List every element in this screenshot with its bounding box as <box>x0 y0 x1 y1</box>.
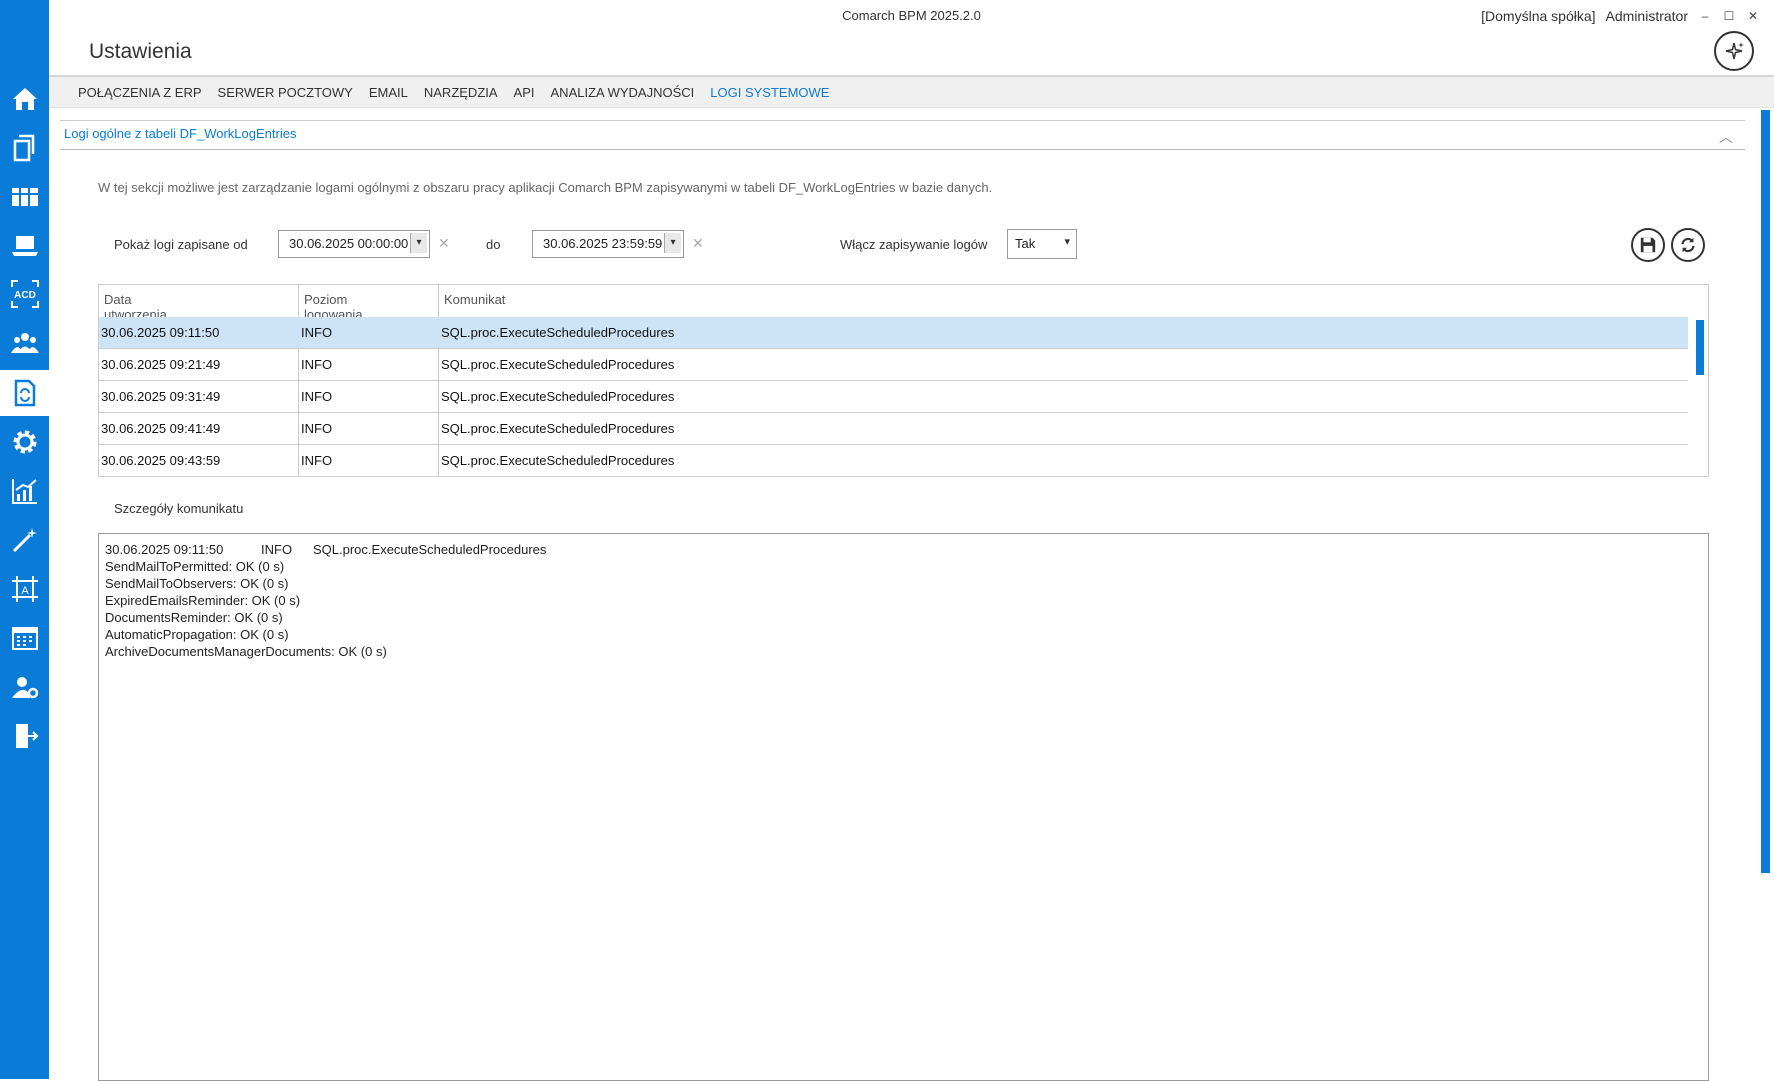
table-row[interactable]: 30.06.2025 09:31:49 INFO SQL.proc.Execut… <box>99 381 1688 413</box>
from-date-input[interactable]: 30.06.2025 00:00:00 ▾ <box>278 230 430 258</box>
chevron-down-icon[interactable]: ▾ <box>410 233 427 253</box>
tab-tools[interactable]: NARZĘDZIA <box>424 85 498 100</box>
table-row[interactable]: 30.06.2025 09:21:49 INFO SQL.proc.Execut… <box>99 349 1688 381</box>
detail-message: SQL.proc.ExecuteScheduledProcedures <box>313 542 547 557</box>
window-controls: [Domyślna spółka] Administrator ‒ ☐ ✕ <box>1481 8 1760 24</box>
library-icon[interactable] <box>0 175 49 219</box>
cell-date: 30.06.2025 09:11:50 <box>101 325 220 340</box>
cell-message: SQL.proc.ExecuteScheduledProcedures <box>441 357 675 372</box>
detail-line: SendMailToPermitted: OK (0 s) <box>105 559 285 574</box>
chevron-down-icon[interactable]: ▾ <box>664 233 681 253</box>
user-settings-icon[interactable] <box>0 665 49 709</box>
cell-level: INFO <box>301 389 333 404</box>
clear-to-date-icon[interactable]: ✕ <box>692 235 704 252</box>
grid-scrollbar[interactable] <box>1696 320 1704 375</box>
detail-line: SendMailToObservers: OK (0 s) <box>105 576 289 591</box>
to-date-value: 30.06.2025 23:59:59 <box>543 236 663 251</box>
company-selector[interactable]: [Domyślna spółka] <box>1481 8 1595 24</box>
wand-icon[interactable] <box>0 518 49 562</box>
users-icon[interactable] <box>0 321 49 365</box>
detail-line: DocumentsReminder: OK (0 s) <box>105 610 283 625</box>
cell-date: 30.06.2025 09:43:59 <box>101 453 221 468</box>
sparkle-icon <box>1725 42 1744 60</box>
cell-level: INFO <box>301 325 333 340</box>
detail-line: ExpiredEmailsReminder: OK (0 s) <box>105 593 301 608</box>
table-row[interactable]: 30.06.2025 09:43:59 INFO SQL.proc.Execut… <box>99 445 1688 477</box>
table-row[interactable]: 30.06.2025 09:41:49 INFO SQL.proc.Execut… <box>99 413 1688 445</box>
log-grid: Data utworzenia Poziom logowania Komunik… <box>98 284 1709 477</box>
maximize-button[interactable]: ☐ <box>1722 9 1736 23</box>
cell-date: 30.06.2025 09:31:49 <box>101 389 221 404</box>
enable-logging-value: Tak <box>1015 236 1036 251</box>
tab-performance-analysis[interactable]: ANALIZA WYDAJNOŚCI <box>551 85 695 100</box>
laptop-icon[interactable] <box>0 223 49 267</box>
svg-text:ACD: ACD <box>14 290 36 301</box>
documents-icon[interactable] <box>0 126 49 170</box>
column-header-message-label: Komunikat <box>444 292 506 307</box>
save-button[interactable] <box>1631 228 1665 262</box>
logout-icon[interactable] <box>0 714 49 758</box>
cell-message: SQL.proc.ExecuteScheduledProcedures <box>441 421 675 436</box>
clear-from-date-icon[interactable]: ✕ <box>438 235 450 252</box>
refresh-button[interactable] <box>1671 228 1705 262</box>
tab-email[interactable]: EMAIL <box>369 85 408 100</box>
page-title: Ustawienia <box>89 40 192 63</box>
design-icon[interactable]: A <box>0 567 49 611</box>
details-textarea[interactable]: 30.06.2025 09:11:50 INFO SQL.proc.Execut… <box>98 533 1709 1081</box>
settings-tabs: POŁĄCZENIA Z ERP SERWER POCZTOWY EMAIL N… <box>49 75 1774 108</box>
details-label: Szczegóły komunikatu <box>114 501 244 516</box>
detail-line: AutomaticPropagation: OK (0 s) <box>105 627 289 642</box>
cell-message: SQL.proc.ExecuteScheduledProcedures <box>441 389 675 404</box>
cell-message: SQL.proc.ExecuteScheduledProcedures <box>441 453 675 468</box>
enable-logging-label: Włącz zapisywanie logów <box>840 237 988 252</box>
user-name[interactable]: Administrator <box>1606 8 1688 24</box>
analytics-icon[interactable] <box>0 469 49 513</box>
tab-mail-server[interactable]: SERWER POCZTOWY <box>218 85 353 100</box>
detail-date: 30.06.2025 09:11:50 <box>105 542 224 557</box>
cell-level: INFO <box>301 421 333 436</box>
tab-erp-connections[interactable]: POŁĄCZENIA Z ERP <box>78 85 202 100</box>
document-refresh-icon[interactable] <box>0 370 49 416</box>
from-date-label: Pokaż logi zapisane od <box>114 237 248 252</box>
cell-date: 30.06.2025 09:41:49 <box>101 421 221 436</box>
svg-text:A: A <box>21 585 29 597</box>
detail-line: ArchiveDocumentsManagerDocuments: OK (0 … <box>105 644 387 659</box>
title-bar: Comarch BPM 2025.2.0 [Domyślna spółka] A… <box>49 0 1774 75</box>
table-row[interactable]: 30.06.2025 09:11:50 INFO SQL.proc.Execut… <box>99 317 1688 349</box>
minimize-button[interactable]: ‒ <box>1698 9 1712 23</box>
cell-level: INFO <box>301 357 333 372</box>
enable-logging-select[interactable]: Tak ▾ <box>1007 229 1077 259</box>
section-description: W tej sekcji możliwe jest zarządzanie lo… <box>98 180 993 195</box>
section-header[interactable]: Logi ogólne z tabeli DF_WorkLogEntries ︿ <box>60 120 1745 150</box>
gear-icon[interactable] <box>0 420 49 464</box>
to-date-input[interactable]: 30.06.2025 23:59:59 ▾ <box>532 230 684 258</box>
sidebar: ACD A <box>0 0 49 1079</box>
close-button[interactable]: ✕ <box>1746 9 1760 23</box>
chevron-down-icon: ▾ <box>1064 236 1070 248</box>
page-scrollbar[interactable] <box>1761 110 1770 873</box>
cell-date: 30.06.2025 09:21:49 <box>101 357 221 372</box>
ai-assistant-button[interactable] <box>1714 31 1754 71</box>
collapse-icon[interactable]: ︿ <box>1719 127 1733 147</box>
tab-system-logs[interactable]: LOGI SYSTEMOWE <box>710 85 829 100</box>
home-icon[interactable] <box>0 77 49 121</box>
section-title: Logi ogólne z tabeli DF_WorkLogEntries <box>64 126 297 141</box>
save-icon <box>1640 237 1656 253</box>
refresh-icon <box>1681 237 1695 253</box>
calendar-icon[interactable] <box>0 616 49 660</box>
cell-level: INFO <box>301 453 333 468</box>
acd-icon[interactable]: ACD <box>0 272 49 316</box>
from-date-value: 30.06.2025 00:00:00 <box>289 236 409 251</box>
detail-level: INFO <box>261 542 293 557</box>
tab-api[interactable]: API <box>514 85 535 100</box>
cell-message: SQL.proc.ExecuteScheduledProcedures <box>441 325 675 340</box>
to-date-label: do <box>486 237 501 252</box>
